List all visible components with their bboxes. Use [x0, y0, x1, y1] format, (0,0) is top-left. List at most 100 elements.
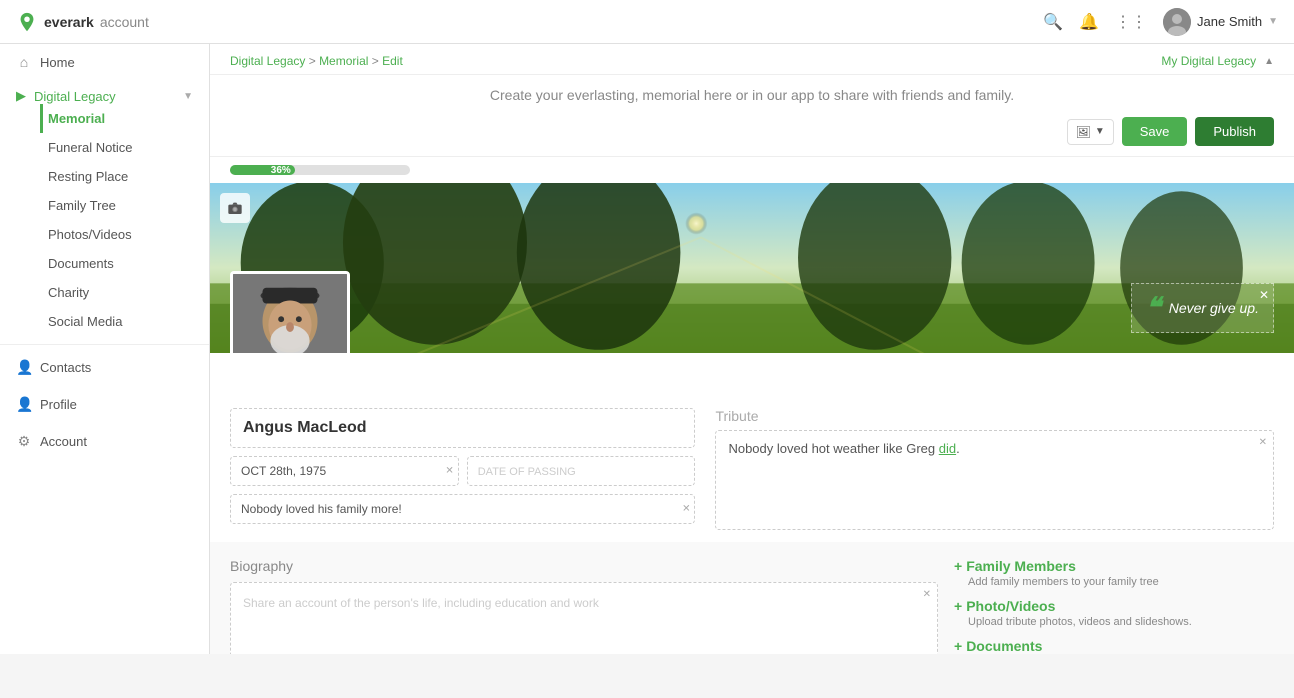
sidebar-contacts-label: Contacts — [40, 360, 91, 375]
plus-icon-photos: + — [954, 598, 962, 614]
biography-close[interactable]: ✕ — [923, 589, 931, 600]
sidebar-item-memorial[interactable]: Memorial — [40, 104, 193, 133]
sidebar-item-resting-place[interactable]: Resting Place — [40, 162, 193, 191]
digital-legacy-chevron: ▼ — [183, 91, 193, 102]
user-menu[interactable]: Jane Smith ▼ — [1163, 8, 1278, 36]
notification-icon[interactable]: 🔔 — [1079, 12, 1099, 32]
biography-placeholder: Share an account of the person's life, i… — [243, 596, 599, 610]
sidebar-item-family-tree[interactable]: Family Tree — [40, 191, 193, 220]
dob-box: OCT 28th, 1975 ✕ — [230, 456, 459, 486]
tribute-close[interactable]: ✕ — [1259, 437, 1267, 448]
sidebar: ⌂ Home ▶ Digital Legacy ▼ Memorial Funer… — [0, 44, 210, 654]
my-legacy-chevron: ▲ — [1264, 56, 1274, 67]
add-family-button[interactable]: + Family Members — [954, 558, 1274, 574]
tribute-text-2: . — [956, 441, 960, 456]
dates-row: OCT 28th, 1975 ✕ DATE OF PASSING — [230, 456, 695, 486]
logo-icon — [16, 11, 38, 33]
quote-mark: ❝ — [1146, 294, 1161, 322]
progress-fill: 36% — [230, 165, 295, 175]
dop-placeholder: DATE OF PASSING — [478, 466, 576, 478]
name-box[interactable] — [230, 408, 695, 448]
lower-section: Biography Share an account of the person… — [210, 542, 1294, 654]
hero-camera-button[interactable] — [220, 193, 250, 223]
name-input[interactable] — [243, 419, 682, 437]
add-items-col: + Family Members Add family members to y… — [954, 558, 1274, 654]
search-icon[interactable]: 🔍 — [1043, 12, 1063, 32]
hero-quote-text: Never give up. — [1169, 300, 1259, 316]
plus-icon-family: + — [954, 558, 962, 574]
topnav-right: 🔍 🔔 ⋮⋮ Jane Smith ▼ — [1043, 8, 1278, 36]
sidebar-profile-label: Profile — [40, 397, 77, 412]
dop-box[interactable]: DATE OF PASSING — [467, 456, 696, 486]
monitor-icon: 🖼 — [1076, 125, 1091, 139]
sidebar-item-charity[interactable]: Charity — [40, 278, 193, 307]
sidebar-item-home[interactable]: ⌂ Home — [0, 44, 209, 80]
hero-quote-close[interactable]: ✕ — [1259, 288, 1269, 302]
family-members-label: Family Members — [966, 558, 1076, 574]
sidebar-item-funeral-notice[interactable]: Funeral Notice — [40, 133, 193, 162]
progress-bar-section: 36% — [210, 157, 1294, 183]
user-menu-chevron: ▼ — [1268, 16, 1278, 27]
subtitle-text: Create your everlasting, memorial here o… — [230, 87, 1274, 103]
layout: ⌂ Home ▶ Digital Legacy ▼ Memorial Funer… — [0, 44, 1294, 654]
save-button[interactable]: Save — [1122, 117, 1188, 146]
contacts-icon: 👤 — [16, 359, 32, 376]
add-item-family: + Family Members Add family members to y… — [954, 558, 1274, 588]
breadcrumb: Digital Legacy > Memorial > Edit — [230, 54, 403, 68]
plus-icon-documents: + — [954, 638, 962, 654]
my-legacy-link[interactable]: My Digital Legacy — [1161, 54, 1256, 68]
camera-icon — [227, 200, 243, 216]
biography-label: Biography — [230, 558, 938, 574]
sidebar-item-account[interactable]: ⚙ Account — [0, 423, 209, 460]
sidebar-sub-menu: Memorial Funeral Notice Resting Place Fa… — [16, 104, 193, 336]
user-avatar-img — [1163, 8, 1191, 36]
top-actions: My Digital Legacy ▲ — [1161, 54, 1274, 68]
subtitle-bar: Create your everlasting, memorial here o… — [210, 75, 1294, 111]
progress-label: 36% — [271, 165, 291, 176]
biography-box[interactable]: Share an account of the person's life, i… — [230, 582, 938, 654]
breadcrumb-memorial[interactable]: Memorial — [319, 54, 368, 68]
dob-value: OCT 28th, 1975 — [241, 464, 326, 478]
breadcrumb-sep2: > — [372, 54, 382, 68]
biography-col: Biography Share an account of the person… — [230, 558, 938, 654]
monitor-button[interactable]: 🖼 ▼ — [1067, 119, 1114, 145]
sidebar-item-profile[interactable]: 👤 Profile — [0, 386, 209, 423]
user-name: Jane Smith — [1197, 14, 1262, 29]
tagline-box: Nobody loved his family more! ✕ — [230, 494, 695, 524]
tagline-close[interactable]: ✕ — [682, 504, 690, 515]
profile-photo-svg — [233, 273, 347, 353]
sidebar-item-photos-videos[interactable]: Photos/Videos — [40, 220, 193, 249]
breadcrumb-sep1: > — [309, 54, 319, 68]
breadcrumb-digital-legacy[interactable]: Digital Legacy — [230, 54, 305, 68]
action-bar: 🖼 ▼ Save Publish — [210, 111, 1294, 157]
avatar — [1163, 8, 1191, 36]
account-icon: ⚙ — [16, 433, 32, 450]
person-info-left: OCT 28th, 1975 ✕ DATE OF PASSING Nobody … — [230, 408, 695, 530]
hero-quote-box: ❝ Never give up. ✕ — [1131, 283, 1274, 333]
publish-button[interactable]: Publish — [1195, 117, 1274, 146]
logo[interactable]: everark account — [16, 11, 149, 33]
add-item-documents: + Documents Upload presentations, articl… — [954, 638, 1274, 654]
sidebar-digital-legacy[interactable]: ▶ Digital Legacy ▼ — [16, 88, 193, 104]
person-info-section: OCT 28th, 1975 ✕ DATE OF PASSING Nobody … — [210, 353, 1294, 542]
main-content: Digital Legacy > Memorial > Edit My Digi… — [210, 44, 1294, 654]
sidebar-item-social-media[interactable]: Social Media — [40, 307, 193, 336]
grid-icon[interactable]: ⋮⋮ — [1115, 12, 1147, 32]
documents-label: Documents — [966, 638, 1042, 654]
tribute-link[interactable]: did — [939, 441, 956, 456]
breadcrumb-bar: Digital Legacy > Memorial > Edit My Digi… — [210, 44, 1294, 75]
account-label: account — [100, 14, 149, 30]
sidebar-item-documents[interactable]: Documents — [40, 249, 193, 278]
progress-track: 36% — [230, 165, 410, 175]
add-photos-button[interactable]: + Photo/Videos — [954, 598, 1274, 614]
sidebar-item-home-label: Home — [40, 55, 75, 70]
topnav: everark account 🔍 🔔 ⋮⋮ Jane Smith ▼ — [0, 0, 1294, 44]
add-documents-button[interactable]: + Documents — [954, 638, 1274, 654]
dob-close[interactable]: ✕ — [445, 466, 453, 477]
tribute-box[interactable]: Nobody loved hot weather like Greg did. … — [715, 430, 1274, 530]
sidebar-account-label: Account — [40, 434, 87, 449]
profile-photo-wrapper — [230, 271, 350, 353]
profile-photo — [233, 274, 347, 353]
sidebar-item-contacts[interactable]: 👤 Contacts — [0, 349, 209, 386]
monitor-chevron: ▼ — [1095, 126, 1105, 137]
